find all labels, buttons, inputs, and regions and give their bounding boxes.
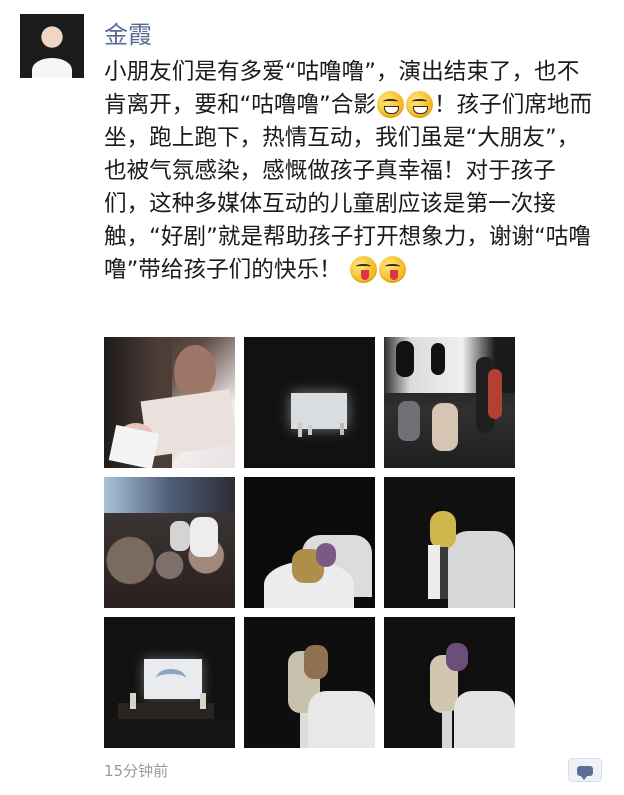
post-photo-4[interactable] xyxy=(104,477,235,608)
post-text: 小朋友们是有多爱“咕噜噜”，演出结束了，也不肯离开，要和“咕噜噜”合影 ！孩子们席… xyxy=(104,56,594,287)
post-photo-2[interactable] xyxy=(244,337,375,468)
post-text-part-2: ！孩子们席地而坐，跑上跑下，热情互动，我们虽是“大朋友”，也被气氛感染，感慨做孩… xyxy=(104,92,593,283)
grinning-emoji-icon xyxy=(376,91,404,118)
post-photo-7[interactable] xyxy=(104,617,235,748)
winking-tongue-emoji-icon xyxy=(349,256,377,283)
comment-icon[interactable] xyxy=(568,758,602,782)
user-avatar[interactable] xyxy=(20,14,84,78)
post-photo-1[interactable] xyxy=(104,337,235,468)
post-author-name[interactable]: 金霞 xyxy=(104,15,152,50)
winking-tongue-emoji-icon xyxy=(378,256,406,283)
grinning-emoji-icon xyxy=(405,91,433,118)
post-timestamp: 15分钟前 xyxy=(104,762,169,780)
post-photo-3[interactable] xyxy=(384,337,515,468)
post-photo-5[interactable] xyxy=(244,477,375,608)
post-photo-8[interactable] xyxy=(244,617,375,748)
post-photo-9[interactable] xyxy=(384,617,515,748)
post-photo-6[interactable] xyxy=(384,477,515,608)
